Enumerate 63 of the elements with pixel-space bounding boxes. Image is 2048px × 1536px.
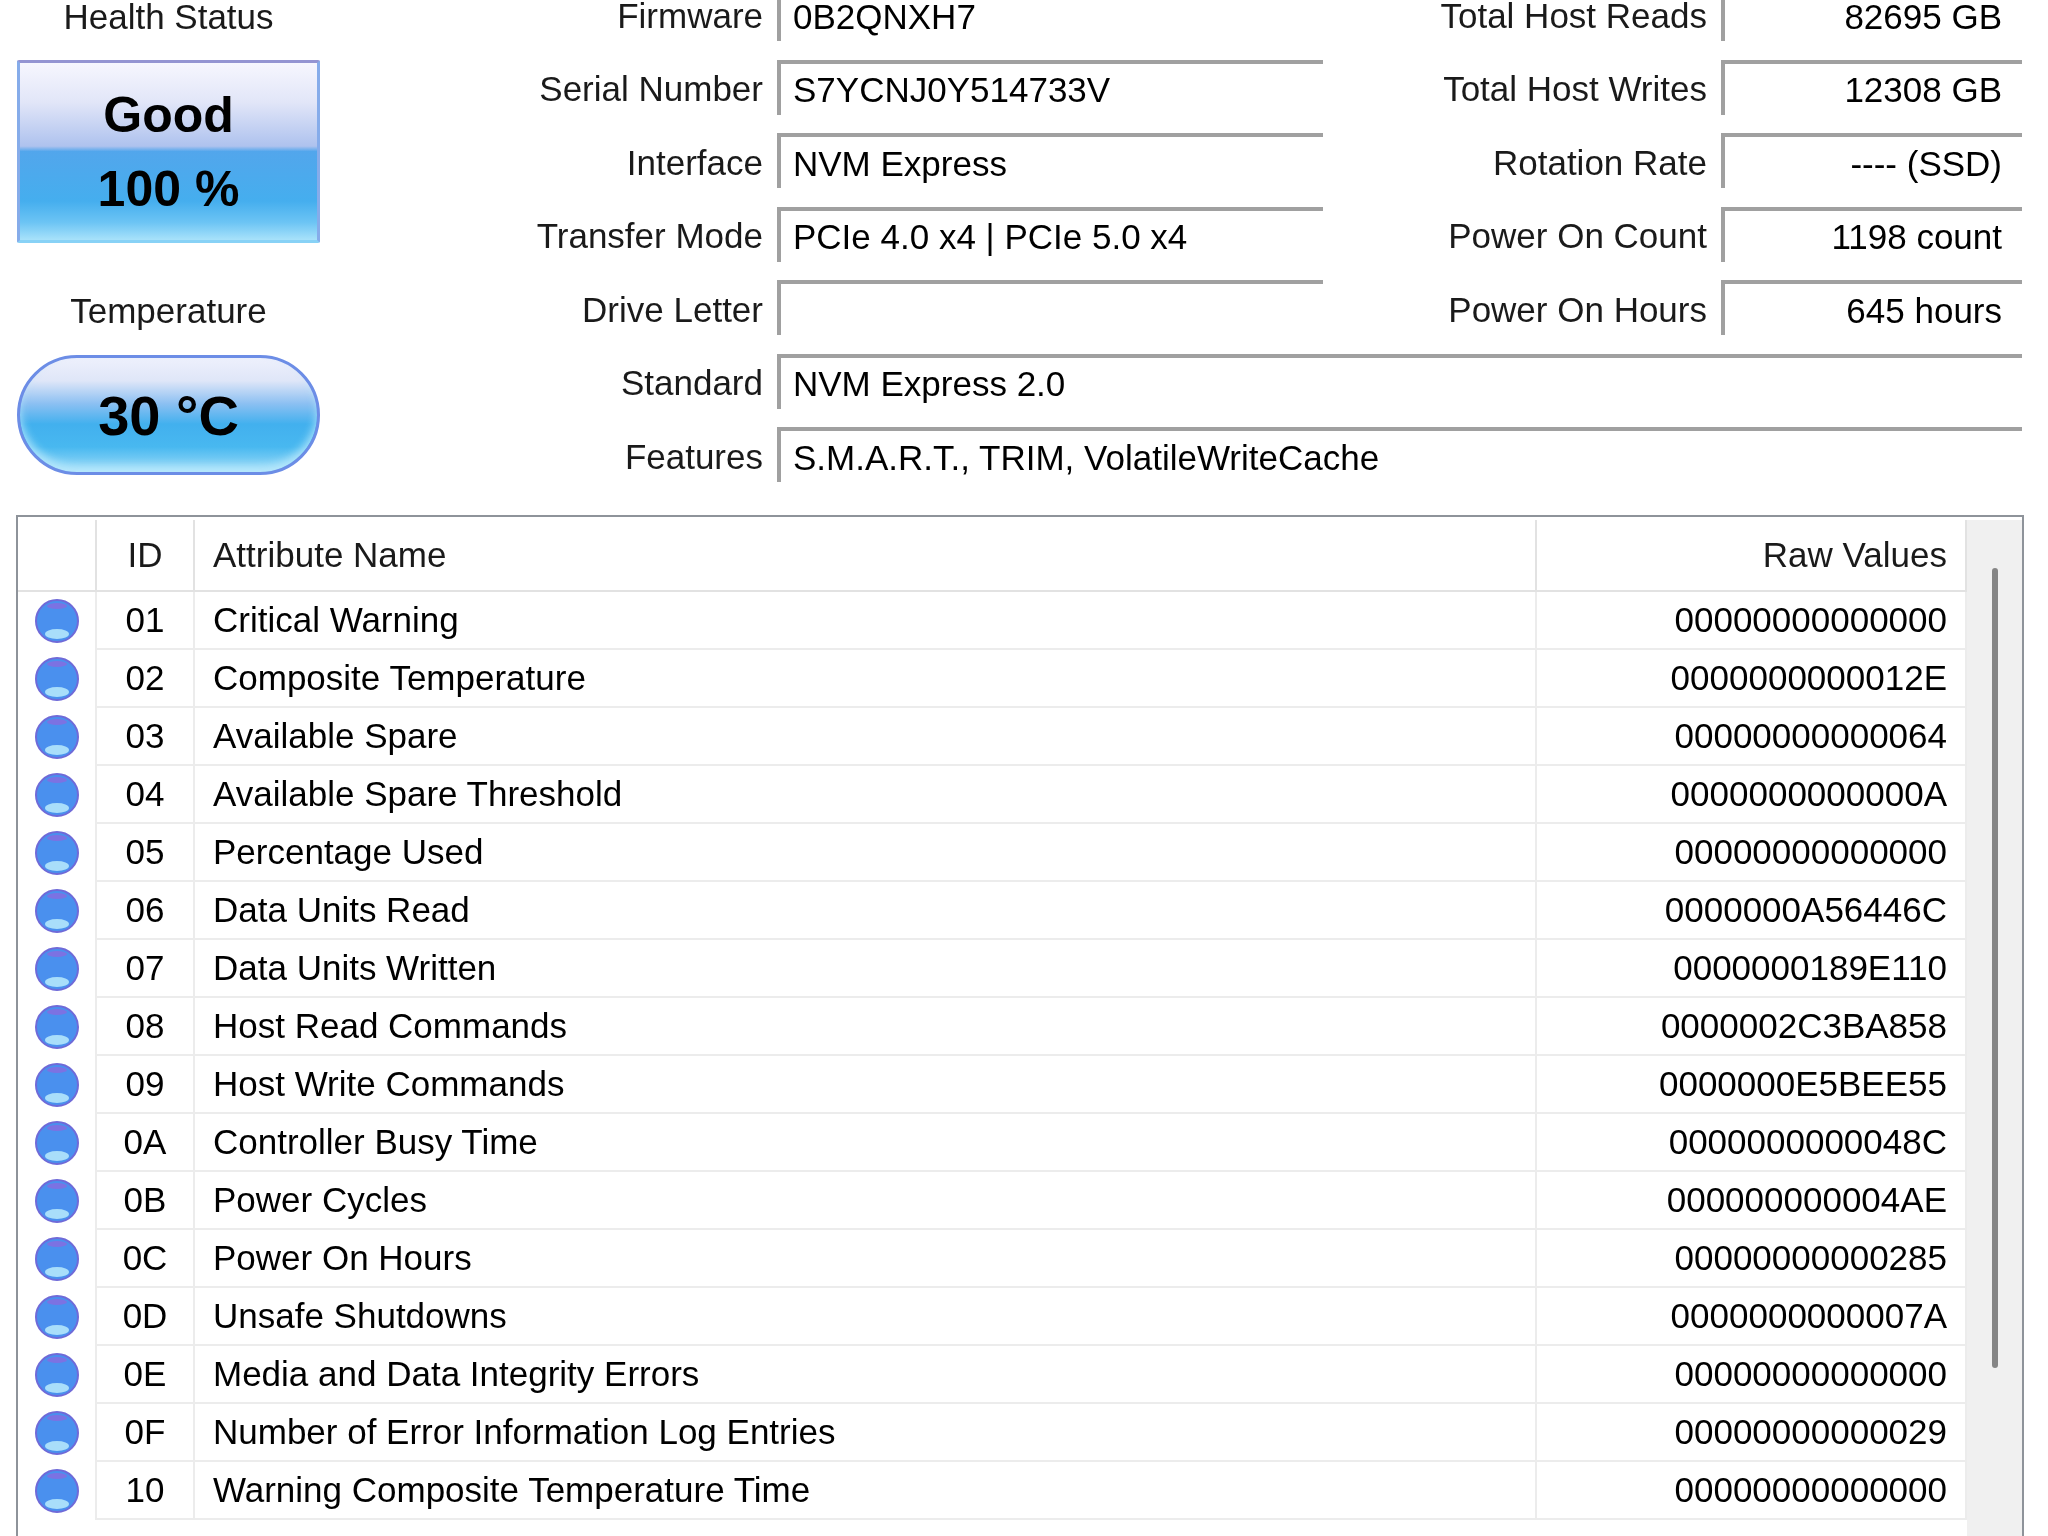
id-cell: 02 [97,650,195,708]
field-label: Serial Number [539,68,763,110]
column-header[interactable]: Attribute Name [195,520,1537,590]
field-label: Transfer Mode [536,215,763,257]
field-label: Total Host Reads [1440,0,1707,37]
field-label: Power On Count [1448,215,1707,257]
health-status-label: Health Status [63,0,274,34]
id-cell: 01 [97,592,195,650]
attribute-name-cell: Media and Data Integrity Errors [195,1346,1537,1404]
attribute-name-cell: Data Units Written [195,940,1537,998]
id-cell: 10 [97,1462,195,1520]
value-field: ---- (SSD) [1721,133,2022,188]
value-field: 12308 GB [1721,59,2022,115]
health-status-button[interactable]: Good 100 % [17,60,320,243]
id-cell: 0F [97,1404,195,1462]
value-field: 645 hours [1721,280,2022,335]
scrollbar[interactable] [1967,520,2022,1536]
attribute-name-cell: Percentage Used [195,824,1537,882]
id-cell: 03 [97,708,195,766]
id-cell: 08 [97,998,195,1056]
id-cell: 09 [97,1056,195,1114]
attribute-name-cell: Available Spare Threshold [195,766,1537,824]
value-field: PCIe 4.0 x4 | PCIe 5.0 x4 [777,206,1323,262]
field-label: Interface [626,141,763,184]
attribute-name-cell: Warning Composite Temperature Time [195,1462,1537,1520]
field-label: Rotation Rate [1492,141,1707,184]
id-cell: 0B [97,1172,195,1230]
id-cell: 07 [97,940,195,998]
id-cell: 04 [97,766,195,824]
attribute-name-cell: Number of Error Information Log Entries [195,1404,1537,1462]
value-field: 1198 count [1721,206,2022,262]
scrollbar-thumb[interactable] [1991,568,1998,1368]
attribute-name-cell: Host Write Commands [195,1056,1537,1114]
value-field: S.M.A.R.T., TRIM, VolatileWriteCache [777,427,2022,482]
attribute-name-cell: Power On Hours [195,1230,1537,1288]
value-field: 82695 GB [1721,0,2022,41]
field-label: Total Host Writes [1443,68,1707,110]
value-field: S7YCNJ0Y514733V [777,59,1323,115]
field-label: Features [624,435,763,478]
id-cell: 0C [97,1230,195,1288]
attribute-name-cell: Controller Busy Time [195,1114,1537,1172]
column-header[interactable]: ID [97,520,195,590]
value-field: 0B2QNXH7 [777,0,1323,41]
value-field: NVM Express 2.0 [777,353,2022,409]
field-label: Power On Hours [1448,288,1707,331]
attribute-name-cell: Power Cycles [195,1172,1537,1230]
value-field: NVM Express [777,133,1323,188]
attribute-name-cell: Data Units Read [195,882,1537,940]
attribute-name-cell: Host Read Commands [195,998,1537,1056]
id-cell: 0D [97,1288,195,1346]
id-cell: 0E [97,1346,195,1404]
field-label: Firmware [617,0,763,37]
field-label: Standard [620,362,763,404]
attribute-name-cell: Unsafe Shutdowns [195,1288,1537,1346]
temperature-button[interactable]: 30 °C [17,355,320,475]
field-label: Drive Letter [582,288,763,331]
attribute-name-cell: Available Spare [195,708,1537,766]
attribute-name-cell: Composite Temperature [195,650,1537,708]
id-cell: 0A [97,1114,195,1172]
attribute-name-cell: Critical Warning [195,592,1537,650]
temperature-label: Temperature [70,294,267,328]
id-cell: 06 [97,882,195,940]
id-cell: 05 [97,824,195,882]
